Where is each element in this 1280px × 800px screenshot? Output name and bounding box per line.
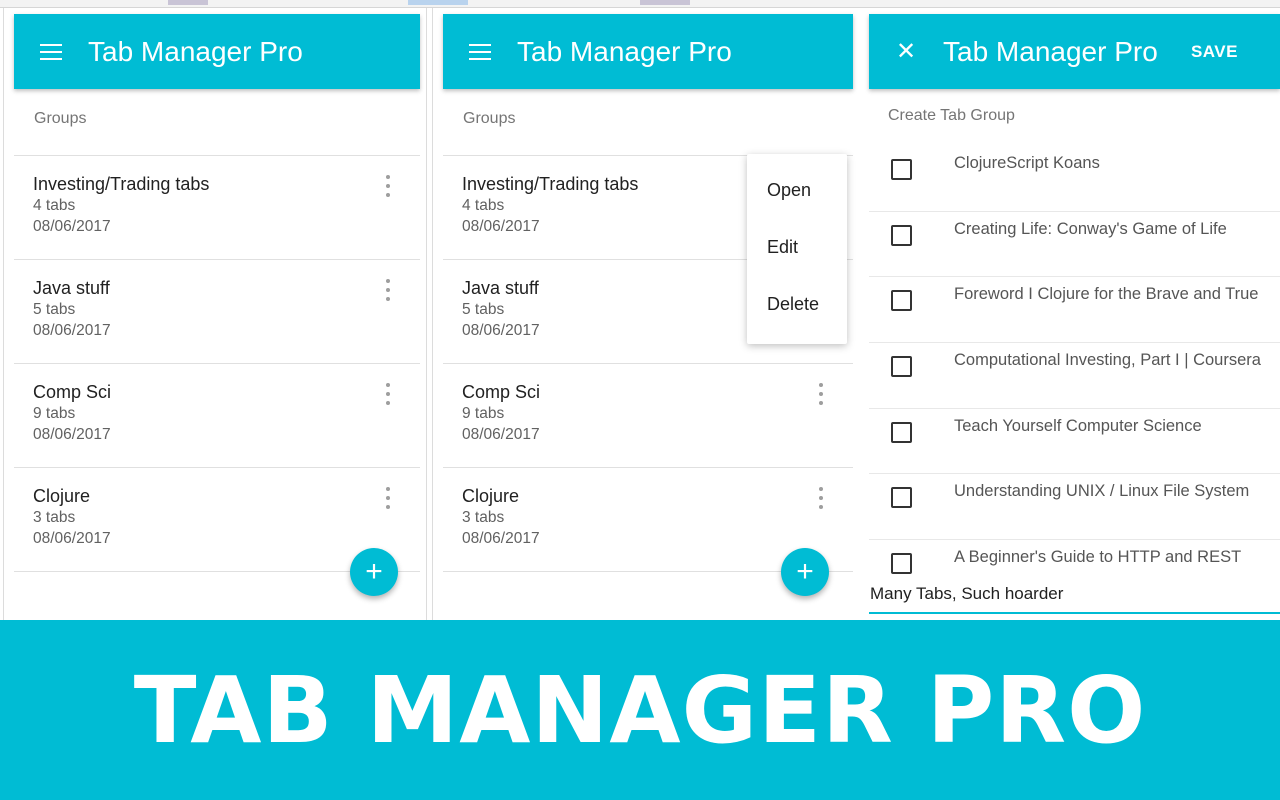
close-icon[interactable]: ✕ [869, 14, 943, 89]
app-title: Tab Manager Pro [88, 35, 303, 67]
menu-item-edit[interactable]: Edit [747, 223, 847, 280]
hamburger-icon[interactable] [443, 14, 517, 89]
group-tab-count: 9 tabs [33, 405, 76, 422]
create-group-panel: ✕ Tab Manager Pro SAVE Create Tab Group … [862, 8, 1280, 620]
tab-title: Understanding UNIX / Linux File System [954, 482, 1250, 501]
tab-list: ClojureScript Koans Creating Life: Conwa… [869, 146, 1280, 578]
tab-row: ClojureScript Koans [869, 146, 1280, 212]
group-item[interactable]: Comp Sci 9 tabs 08/06/2017 [443, 364, 853, 468]
group-tab-count: 5 tabs [33, 301, 76, 318]
group-tab-count: 4 tabs [33, 197, 76, 214]
group-name: Comp Sci [462, 382, 541, 402]
strip-mark [168, 0, 208, 5]
menu-item-open[interactable]: Open [747, 166, 847, 223]
more-vert-icon[interactable] [382, 175, 394, 197]
hamburger-icon[interactable] [14, 14, 88, 89]
app-bar: ✕ Tab Manager Pro SAVE [869, 14, 1280, 89]
browser-strip [0, 0, 1280, 8]
plus-icon: + [365, 555, 383, 588]
tab-row: Computational Investing, Part I | Course… [869, 343, 1280, 409]
more-vert-icon[interactable] [382, 487, 394, 509]
tab-checkbox[interactable] [891, 159, 912, 180]
add-group-button[interactable]: + [781, 548, 829, 596]
strip-mark [640, 0, 690, 5]
tab-checkbox[interactable] [891, 487, 912, 509]
group-tab-count: 3 tabs [462, 509, 505, 526]
tab-row: Creating Life: Conway's Game of Life [869, 212, 1280, 278]
tab-title: Teach Yourself Computer Science [954, 416, 1202, 435]
tab-row: Foreword I Clojure for the Brave and Tru… [869, 277, 1280, 344]
group-date: 08/06/2017 [462, 530, 540, 547]
tab-title: Computational Investing, Part I | Course… [954, 351, 1261, 370]
app-bar: Tab Manager Pro [443, 14, 853, 89]
tab-row: Teach Yourself Computer Science [869, 409, 1280, 475]
groups-panel: Tab Manager Pro Groups Investing/Trading… [3, 8, 427, 620]
group-tab-count: 3 tabs [33, 509, 76, 526]
tab-title: ClojureScript Koans [954, 154, 1100, 172]
menu-item-delete[interactable]: Delete [747, 280, 847, 337]
group-item[interactable]: Java stuff 5 tabs 08/06/2017 [14, 260, 420, 364]
create-group-subheader: Create Tab Group [888, 107, 1015, 124]
group-context-menu: Open Edit Delete [747, 154, 847, 344]
plus-icon: + [796, 555, 814, 588]
groups-subheader: Groups [34, 110, 87, 127]
more-vert-icon[interactable] [815, 487, 827, 509]
tab-row: Understanding UNIX / Linux File System [869, 474, 1280, 541]
tab-title: Creating Life: Conway's Game of Life [954, 219, 1227, 238]
tab-checkbox[interactable] [891, 290, 912, 312]
more-vert-icon[interactable] [382, 279, 394, 301]
app-bar: Tab Manager Pro [14, 14, 420, 89]
group-date: 08/06/2017 [33, 530, 111, 547]
tab-title: A Beginner's Guide to HTTP and REST [954, 548, 1242, 567]
group-date: 08/06/2017 [33, 322, 111, 339]
tab-checkbox[interactable] [891, 356, 912, 378]
groups-subheader: Groups [463, 110, 516, 127]
groups-panel-menu-open: Tab Manager Pro Groups Investing/Trading… [432, 8, 858, 620]
group-name: Clojure [33, 486, 91, 506]
group-tab-count: 9 tabs [462, 405, 505, 422]
group-date: 08/06/2017 [33, 426, 111, 443]
group-name: Comp Sci [33, 382, 112, 402]
tab-row: A Beginner's Guide to HTTP and REST [869, 540, 1280, 578]
group-date: 08/06/2017 [462, 426, 540, 443]
group-date: 08/06/2017 [33, 218, 111, 235]
tab-checkbox[interactable] [891, 421, 912, 443]
tab-checkbox[interactable] [891, 553, 912, 575]
group-name: Java stuff [33, 278, 110, 298]
more-vert-icon[interactable] [815, 383, 827, 405]
add-group-button[interactable]: + [350, 548, 398, 596]
group-item[interactable]: Investing/Trading tabs 4 tabs 08/06/2017 [14, 156, 420, 260]
banner-title: TAB MANAGER PRO [133, 656, 1147, 764]
group-name: Investing/Trading tabs [33, 174, 210, 194]
promo-banner: TAB MANAGER PRO [0, 620, 1280, 800]
app-title: Tab Manager Pro [943, 35, 1158, 67]
save-button[interactable]: SAVE [1191, 42, 1238, 62]
tab-checkbox[interactable] [891, 224, 912, 246]
more-vert-icon[interactable] [382, 383, 394, 405]
group-item[interactable]: Comp Sci 9 tabs 08/06/2017 [14, 364, 420, 468]
group-name-field[interactable] [869, 580, 1280, 614]
app-title: Tab Manager Pro [517, 35, 732, 67]
tab-title: Foreword I Clojure for the Brave and Tru… [954, 285, 1259, 304]
group-list: Investing/Trading tabs 4 tabs 08/06/2017… [14, 155, 420, 572]
group-name: Clojure [462, 486, 520, 506]
strip-mark [408, 0, 468, 5]
